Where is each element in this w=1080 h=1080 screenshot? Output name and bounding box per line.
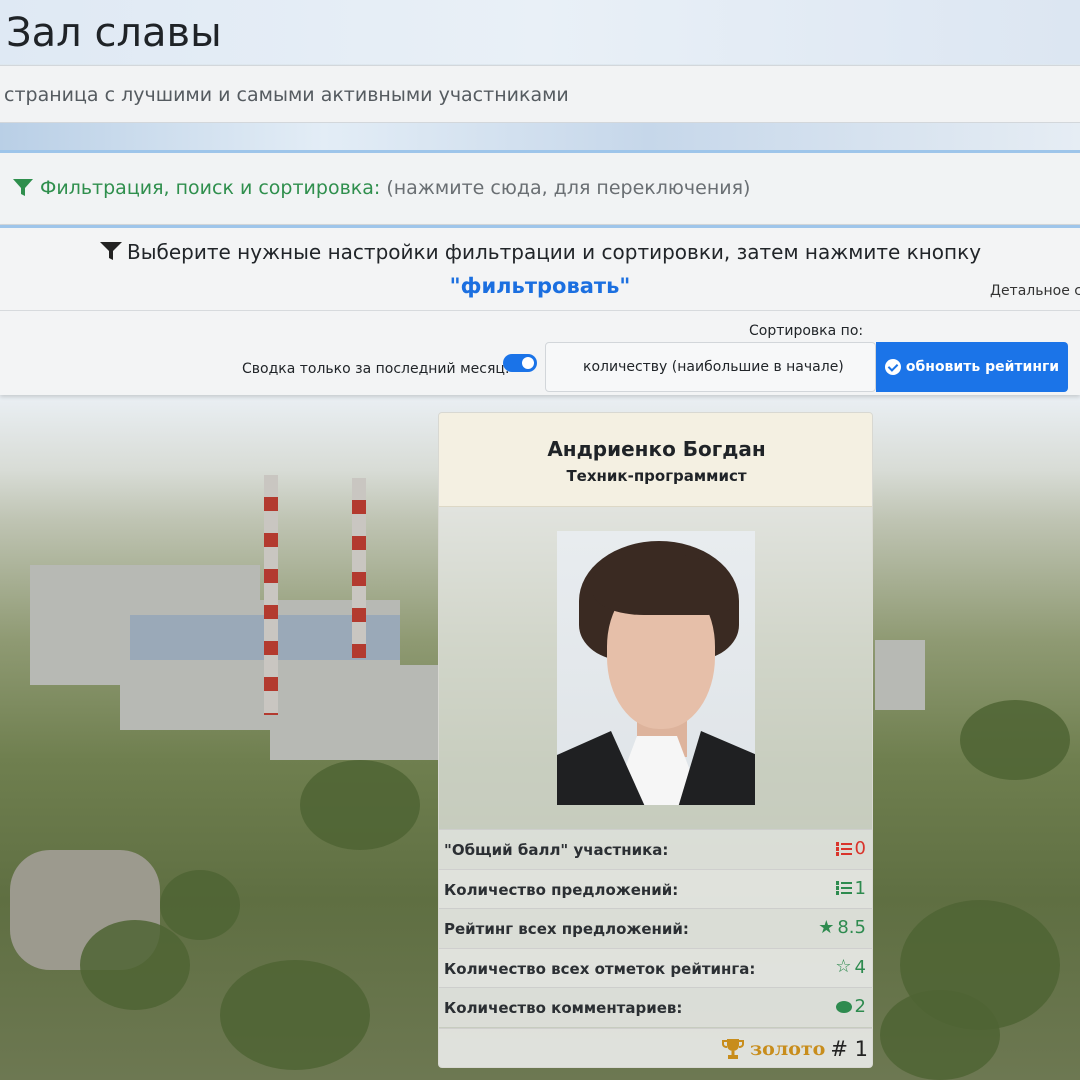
- sort-label: Сортировка по:: [749, 323, 864, 339]
- check-circle-icon: [884, 359, 901, 375]
- sort-select[interactable]: количеству (наибольшие в начале): [545, 342, 876, 392]
- stat-label: Рейтинг всех предложений:: [444, 920, 689, 939]
- stat-row-total-score: "Общий балл" участника: 0: [439, 829, 872, 869]
- stat-value: 2: [835, 996, 866, 1017]
- filter-toggle-bar[interactable]: Фильтрация, поиск и сортировка: (нажмите…: [0, 150, 1080, 225]
- filter-instruction-text: Выберите нужные настройки фильтрации и с…: [126, 240, 982, 264]
- rank-row: золото # 1: [439, 1028, 872, 1067]
- subtitle-bar: страница с лучшими и самыми активными уч…: [0, 65, 1080, 123]
- comment-icon: [835, 1000, 852, 1013]
- star-outline-icon: ☆: [835, 956, 852, 978]
- detail-link[interactable]: Детальное с: [990, 283, 1080, 299]
- update-ratings-label: обновить рейтинги: [905, 359, 1060, 375]
- filter-toggle-label: Фильтрация, поиск и сортировка:: [40, 177, 381, 199]
- month-only-toggle[interactable]: [503, 354, 537, 372]
- rank-badge: золото # 1: [721, 1037, 868, 1061]
- participant-photo: [557, 531, 755, 805]
- stat-label: "Общий балл" участника:: [444, 841, 669, 859]
- page-subtitle: страница с лучшими и самыми активными уч…: [4, 84, 569, 106]
- stat-label: Количество всех отметок рейтинга:: [444, 959, 756, 978]
- card-header: Андриенко Богдан Техник-программист: [439, 413, 872, 507]
- stat-value: 0: [835, 838, 866, 859]
- funnel-icon: [99, 242, 122, 260]
- star-filled-icon: ★: [818, 916, 835, 938]
- stat-row-rating-marks: Количество всех отметок рейтинга: ☆ 4: [439, 947, 872, 988]
- participant-card: Андриенко Богдан Техник-программист "Общ…: [438, 412, 873, 1068]
- stat-row-rating: Рейтинг всех предложений: ★ 8.5: [439, 908, 872, 948]
- stat-label: Количество комментариев:: [444, 999, 683, 1018]
- stat-label: Количество предложений:: [444, 880, 679, 899]
- filter-instruction: Выберите нужные настройки фильтрации и с…: [0, 240, 1080, 264]
- filter-button-reference: "фильтровать": [449, 274, 631, 298]
- rank-number: # 1: [830, 1037, 868, 1061]
- filter-panel: Выберите нужные настройки фильтрации и с…: [0, 225, 1080, 395]
- funnel-icon: [13, 179, 33, 196]
- title-bar: Зал славы: [0, 0, 1080, 64]
- stat-value: ★ 8.5: [818, 916, 866, 939]
- filter-toggle[interactable]: Фильтрация, поиск и сортировка: (нажмите…: [12, 177, 750, 199]
- stat-row-comments: Количество комментариев: 2: [439, 987, 872, 1027]
- participant-role: Техник-программист: [566, 467, 747, 485]
- medal-label: золото: [750, 1038, 826, 1060]
- page-title: Зал славы: [6, 10, 222, 56]
- list-icon: [835, 841, 852, 856]
- filter-toggle-hint: (нажмите сюда, для переключения): [386, 177, 751, 199]
- trophy-icon: [722, 1039, 745, 1059]
- participant-name: Андриенко Богдан: [547, 437, 766, 461]
- stats-list: "Общий балл" участника: 0 Количество пре…: [439, 829, 872, 1027]
- list-icon: [835, 881, 852, 896]
- panel-divider: [0, 310, 1080, 311]
- stat-value: ☆ 4: [835, 956, 866, 978]
- stat-row-proposals: Количество предложений: 1: [439, 868, 872, 909]
- stat-value: 1: [835, 878, 866, 899]
- month-only-label: Сводка только за последний месяц:: [242, 361, 510, 377]
- update-ratings-button[interactable]: обновить рейтинги: [876, 342, 1068, 392]
